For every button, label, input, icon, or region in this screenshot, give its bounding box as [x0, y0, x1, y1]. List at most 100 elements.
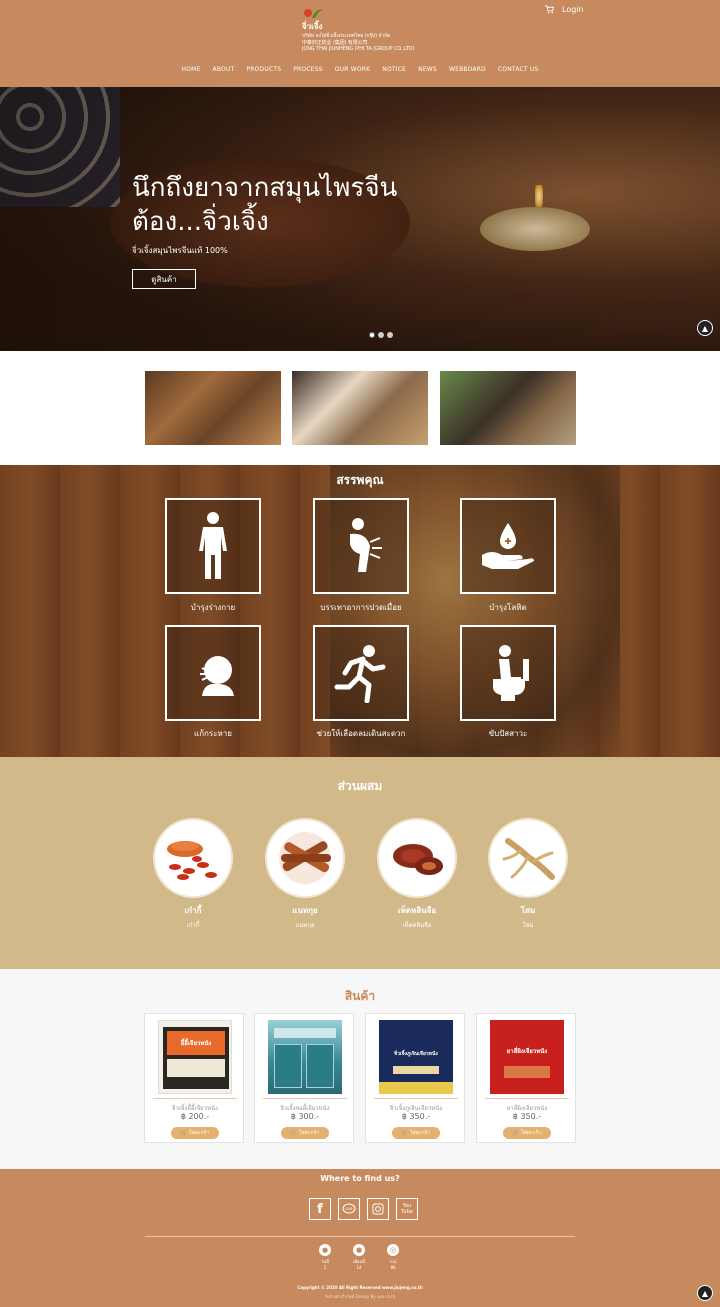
product-card-4[interactable]: ยาลี่ผิงเจียวหนัง ยาลี่ผิงเจียวหนัง ฿ 35… [476, 1013, 576, 1143]
slider-dots [369, 332, 393, 338]
add-to-cart-button-1[interactable]: 🛒 ใส่ตะกร้า [171, 1127, 219, 1139]
nav-our-work[interactable]: OUR WORK [335, 66, 371, 73]
add-to-cart-label: ใส่ตะกร้า [521, 1130, 542, 1136]
ingredient-name-2: แนทกุย [292, 906, 318, 915]
product-image-2[interactable] [268, 1020, 342, 1094]
product-price-3: ฿ 350.- [401, 1112, 431, 1121]
ingredient-desc-1: เก๋ากี้ [186, 922, 200, 929]
product-box-label-4: ยาลี่ผิงเจียวหนัง [506, 1048, 548, 1055]
toilet-icon [493, 645, 529, 701]
product-card-3[interactable]: จิ่วเจิ้งภูเจินเจียวหนัง จิ่วเจิ้งภูเจิน… [365, 1013, 465, 1143]
add-to-cart-label: ใส่ตะกร้า [410, 1130, 431, 1136]
product-image-3[interactable]: จิ่วเจิ้งภูเจินเจียวหนัง [379, 1020, 453, 1094]
line-icon[interactable]: LINE [338, 1198, 360, 1220]
instagram-icon[interactable] [367, 1198, 389, 1220]
add-to-cart-button-4[interactable]: 🛒 ใส่ตะกร้า [503, 1127, 551, 1139]
ingredient-name-1: เก๋ากี้ [184, 906, 202, 915]
add-to-cart-button-3[interactable]: 🛒 ใส่ตะกร้า [392, 1127, 440, 1139]
stat-total-label: รวม [389, 1259, 397, 1264]
ingredient-name-4: โสม [520, 906, 536, 915]
product-price-4: ฿ 350.- [512, 1112, 542, 1121]
benefit-box-2[interactable] [313, 498, 409, 594]
products-title: สินค้า [344, 989, 376, 1003]
cart-icon [545, 5, 554, 14]
copyright-text: Copyright © 2020 All Right Reserved www.… [297, 1285, 423, 1290]
slider-dot-3[interactable] [387, 332, 393, 338]
site-footer: Where to find us? f LINE You Tube ● วันนี… [0, 1169, 720, 1307]
logo[interactable]: จิ่วเจิ้ง บริษัท จงไท่จิ่วเจิ้งประเทศไทย… [302, 6, 415, 56]
add-to-cart-label: ใส่ตะกร้า [299, 1130, 320, 1136]
stat-month: ● เดือนนี้ 14 [352, 1244, 366, 1270]
globe-icon: ◎ [387, 1244, 399, 1256]
ingredient-image-ginseng [488, 818, 568, 898]
nav-news[interactable]: NEWS [418, 66, 437, 73]
body-icon [199, 512, 227, 579]
goji-berry-icon [167, 841, 217, 880]
nav-webboard[interactable]: WEBBOARD [449, 66, 486, 73]
logo-company-en: JONG THAI JIUNHENG (PHI TA (GROUP CO.,LT… [302, 46, 415, 52]
ingredient-desc-4: โสม [522, 922, 534, 929]
benefit-label-6: ขับปัสสาวะ [488, 729, 528, 738]
group-icon: ● [353, 1244, 365, 1256]
hero-title-line2: ต้อง...จิ่วเจิ้ง [132, 207, 269, 237]
social-links: f LINE You Tube [309, 1198, 418, 1220]
running-icon [334, 645, 386, 703]
product-image-4[interactable]: ยาลี่ผิงเจียวหนัง [490, 1020, 564, 1094]
slider-dot-1[interactable] [369, 332, 375, 338]
nav-process[interactable]: PROCESS [293, 66, 323, 73]
product-card-2[interactable]: จิ่วเจิ้งหงอี้เจียวหนัง ฿ 300.- 🛒 ใส่ตะก… [254, 1013, 354, 1143]
benefit-box-3[interactable] [460, 498, 556, 594]
ingredient-image-lingzhi [377, 818, 457, 898]
product-image-1[interactable]: อี้อี้เจียวหนัง [158, 1020, 232, 1094]
product-price-1: ฿ 200.- [180, 1112, 210, 1121]
ingredient-item-3[interactable]: เห็ดหลินจือ เห็ดหลินจือ [377, 818, 457, 930]
chevron-up-icon: ▲ [701, 323, 709, 333]
ingredient-name-3: เห็ดหลินจือ [397, 906, 437, 915]
login-link[interactable]: Login [545, 5, 584, 14]
benefit-box-6[interactable] [460, 625, 556, 721]
cart-icon: 🛒 [290, 1130, 298, 1136]
credit-text: รับจ้างทำเว็บไซต์ Design By xxx.co.th [324, 1294, 396, 1299]
nav-contact-us[interactable]: CONTACT US [498, 66, 539, 73]
benefit-box-1[interactable] [165, 498, 261, 594]
hero-banner: นึกถึงยาจากสมุนไพรจีน ต้อง...จิ่วเจิ้ง จ… [0, 87, 720, 351]
add-to-cart-button-2[interactable]: 🛒 ใส่ตะกร้า [281, 1127, 329, 1139]
ginseng-icon [502, 838, 555, 880]
main-nav: HOME ABOUT PRODUCTS PROCESS OUR WORK NOT… [0, 66, 720, 73]
back-to-top-button[interactable]: ▲ [697, 1285, 713, 1301]
gallery-thumb-preparation[interactable] [292, 371, 428, 445]
benefit-box-5[interactable] [313, 625, 409, 721]
stat-today-label: วันนี้ [321, 1259, 329, 1264]
benefit-label-4: แก้กระหาย [194, 729, 232, 738]
benefits-title: สรรพคุณ [336, 473, 384, 487]
view-products-button[interactable]: ดูสินค้า [132, 269, 196, 289]
ingredient-desc-3: เห็ดหลินจือ [402, 922, 432, 929]
nav-about[interactable]: ABOUT [213, 66, 235, 73]
ingredient-desc-2: แนทกุย [295, 922, 315, 929]
nav-home[interactable]: HOME [182, 66, 201, 73]
nav-products[interactable]: PRODUCTS [246, 66, 281, 73]
ingredient-item-1[interactable]: เก๋ากี้ เก๋ากี้ [153, 818, 233, 930]
nav-notice[interactable]: NOTICE [382, 66, 406, 73]
ingredient-item-2[interactable]: แนทกุย แนทกุย [265, 818, 345, 930]
facebook-icon[interactable]: f [309, 1198, 331, 1220]
cinnamon-icon [279, 832, 331, 884]
stat-total-value: 86 [390, 1265, 396, 1270]
card-divider [263, 1098, 347, 1099]
login-label: Login [562, 5, 584, 14]
youtube-icon[interactable]: You Tube [396, 1198, 418, 1220]
benefit-label-3: บำรุงโลหิต [489, 603, 527, 612]
gallery-thumb-tea[interactable] [440, 371, 576, 445]
ingredient-item-4[interactable]: โสม โสม [488, 818, 568, 930]
chevron-up-icon: ▲ [701, 1288, 709, 1298]
card-divider [153, 1098, 237, 1099]
stat-total: ◎ รวม 86 [386, 1244, 400, 1270]
scroll-top-button[interactable]: ▲ [697, 320, 713, 336]
gallery-thumb-herbs[interactable] [145, 371, 281, 445]
product-card-1[interactable]: อี้อี้เจียวหนัง จิ่วเจิ้งอี้อี้เจียวหนัง… [144, 1013, 244, 1143]
mushroom-icon [393, 844, 443, 875]
back-pain-icon [350, 518, 382, 572]
benefit-box-4[interactable] [165, 625, 261, 721]
ingredient-image-cinnamon [265, 818, 345, 898]
slider-dot-2[interactable] [378, 332, 384, 338]
